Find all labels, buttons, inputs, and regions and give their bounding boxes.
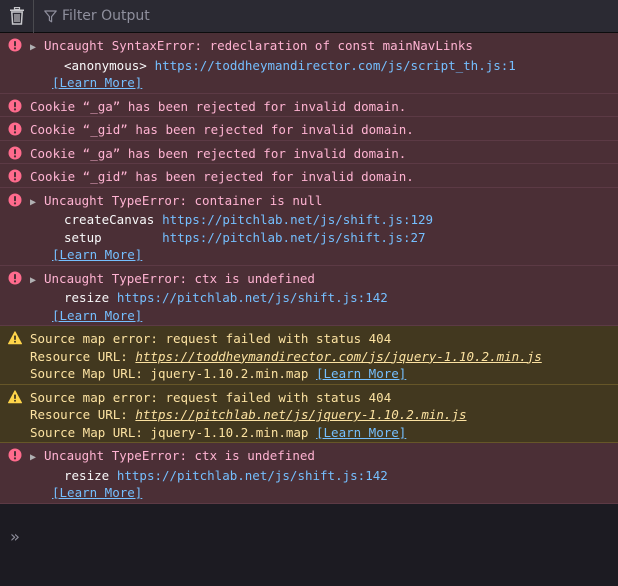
message-text-line: ▶ Uncaught TypeError: ctx is undefined xyxy=(30,270,612,290)
expand-twisty-icon[interactable]: ▶ xyxy=(30,272,44,290)
warning-message[interactable]: Source map error: request failed with st… xyxy=(0,326,618,385)
stack-frame: resize https://pitchlab.net/js/shift.js:1… xyxy=(30,467,612,485)
learn-more-link[interactable]: [Learn More] xyxy=(30,485,142,500)
stack-frame-url[interactable]: https://pitchlab.net/js/shift.js:129 xyxy=(162,212,433,227)
learn-more-link[interactable]: [Learn More] xyxy=(30,308,142,323)
error-message[interactable]: Cookie “_gid” has been rejected for inva… xyxy=(0,164,618,188)
filter-icon xyxy=(44,9,57,22)
source-map-url-value: jquery-1.10.2.min.map xyxy=(150,424,309,440)
browser-console: Filter Output ▶ Uncaught SyntaxError: red… xyxy=(0,0,618,586)
learn-more-link[interactable]: [Learn More] xyxy=(316,366,406,381)
error-icon xyxy=(8,193,22,207)
error-icon xyxy=(8,448,22,462)
resource-url-link[interactable]: https://toddheymandirector.com/js/jquery… xyxy=(135,349,541,364)
source-map-url-value: jquery-1.10.2.min.map xyxy=(150,366,309,381)
filter-placeholder: Filter Output xyxy=(62,8,150,24)
error-icon xyxy=(8,38,22,52)
error-message[interactable]: Cookie “_ga” has been rejected for inval… xyxy=(0,93,618,117)
stack-frame: resize https://pitchlab.net/js/shift.js:1… xyxy=(30,289,612,307)
expand-twisty-icon[interactable]: ▶ xyxy=(30,39,44,57)
warning-message[interactable]: Source map error: request failed with st… xyxy=(0,384,618,443)
stack-frame: createCanvas https://pitchlab.net/js/shif… xyxy=(30,211,612,229)
resource-url-label: Resource URL: xyxy=(30,407,128,422)
trash-icon xyxy=(9,7,24,25)
learn-more-link[interactable]: [Learn More] xyxy=(30,75,142,90)
message-text: Uncaught TypeError: ctx is undefined xyxy=(44,448,315,463)
message-text-line: Cookie “_gid” has been rejected for inva… xyxy=(30,168,612,186)
message-text-line: Cookie “_gid” has been rejected for inva… xyxy=(30,121,612,139)
stack-frame: <anonymous> https://toddheymandirector.co… xyxy=(30,57,612,75)
console-messages: ▶ Uncaught SyntaxError: redeclaration of … xyxy=(0,33,618,504)
error-message[interactable]: ▶ Uncaught TypeError: container is null cr… xyxy=(0,187,618,266)
error-message[interactable]: ▶ Uncaught SyntaxError: redeclaration of … xyxy=(0,33,618,94)
message-text: Cookie “_ga” has been rejected for inval… xyxy=(30,98,407,114)
expand-twisty-icon[interactable]: ▶ xyxy=(30,194,44,212)
source-map-url-line: Source Map URL: jquery-1.10.2.min.map [L… xyxy=(30,424,612,442)
resource-url-label: Resource URL: xyxy=(30,348,128,364)
source-map-url-label: Source Map URL: xyxy=(30,424,143,440)
console-input[interactable]: » xyxy=(0,520,618,552)
stack-frame-function: <anonymous> xyxy=(64,57,147,73)
error-icon xyxy=(8,271,22,285)
expand-twisty-icon[interactable]: ▶ xyxy=(30,449,44,467)
message-text-line: ▶ Uncaught TypeError: container is null xyxy=(30,192,612,212)
source-map-url-label: Source Map URL: xyxy=(30,366,143,381)
console-toolbar: Filter Output xyxy=(0,0,618,33)
clear-console-button[interactable] xyxy=(0,0,34,33)
double-chevron-right-icon: » xyxy=(10,526,20,546)
message-text: Source map error: request failed with st… xyxy=(30,389,392,405)
error-message[interactable]: ▶ Uncaught TypeError: ctx is undefined res… xyxy=(0,265,618,326)
message-text-line: Cookie “_ga” has been rejected for inval… xyxy=(30,145,612,163)
resource-url-link[interactable]: https://pitchlab.net/js/jquery-1.10.2.mi… xyxy=(135,407,466,422)
error-icon xyxy=(8,122,22,136)
message-text-line: ▶ Uncaught TypeError: ctx is undefined xyxy=(30,447,612,467)
message-text: Cookie “_ga” has been rejected for inval… xyxy=(30,145,407,161)
stack-frame-url[interactable]: https://pitchlab.net/js/shift.js:142 xyxy=(117,290,388,305)
error-icon xyxy=(8,99,22,113)
stack-frame-url[interactable]: https://toddheymandirector.com/js/script… xyxy=(155,58,516,73)
stack-frame-url[interactable]: https://pitchlab.net/js/shift.js:142 xyxy=(117,468,388,483)
message-text: Cookie “_gid” has been rejected for inva… xyxy=(30,122,414,137)
message-text-line: Cookie “_ga” has been rejected for inval… xyxy=(30,98,612,116)
warning-icon xyxy=(8,389,22,404)
stack-frame-function: resize xyxy=(64,467,110,483)
warning-icon xyxy=(8,331,22,345)
stack-frame-function: resize xyxy=(64,290,110,305)
message-text-line: Source map error: request failed with st… xyxy=(30,389,612,407)
error-icon xyxy=(8,169,22,183)
learn-more-link[interactable]: [Learn More] xyxy=(30,247,142,262)
stack-frame-function: createCanvas xyxy=(64,212,155,227)
stack-frame-function: setup xyxy=(64,229,102,245)
message-text-line: ▶ Uncaught SyntaxError: redeclaration of … xyxy=(30,37,612,57)
stack-frame: setup https://pitchlab.net/js/shift.js:27 xyxy=(30,229,612,247)
message-text: Source map error: request failed with st… xyxy=(30,331,392,346)
message-text: Uncaught TypeError: ctx is undefined xyxy=(44,270,315,286)
learn-more-link[interactable]: [Learn More] xyxy=(316,425,406,440)
message-text: Cookie “_gid” has been rejected for inva… xyxy=(30,169,414,184)
resource-url-line: Resource URL: https://pitchlab.net/js/jq… xyxy=(30,406,612,424)
message-text-line: Source map error: request failed with st… xyxy=(30,330,612,348)
resource-url-line: Resource URL: https://toddheymandirector… xyxy=(30,348,612,366)
error-message[interactable]: Cookie “_gid” has been rejected for inva… xyxy=(0,117,618,141)
error-icon xyxy=(8,146,22,160)
stack-frame-url[interactable]: https://pitchlab.net/js/shift.js:27 xyxy=(162,230,425,245)
message-text: Uncaught SyntaxError: redeclaration of c… xyxy=(44,38,473,53)
message-text: Uncaught TypeError: container is null xyxy=(44,192,323,208)
error-message[interactable]: Cookie “_ga” has been rejected for inval… xyxy=(0,140,618,164)
filter-output-input[interactable]: Filter Output xyxy=(34,8,150,24)
source-map-url-line: Source Map URL: jquery-1.10.2.min.map [L… xyxy=(30,365,612,383)
error-message[interactable]: ▶ Uncaught TypeError: ctx is undefined res… xyxy=(0,443,618,504)
